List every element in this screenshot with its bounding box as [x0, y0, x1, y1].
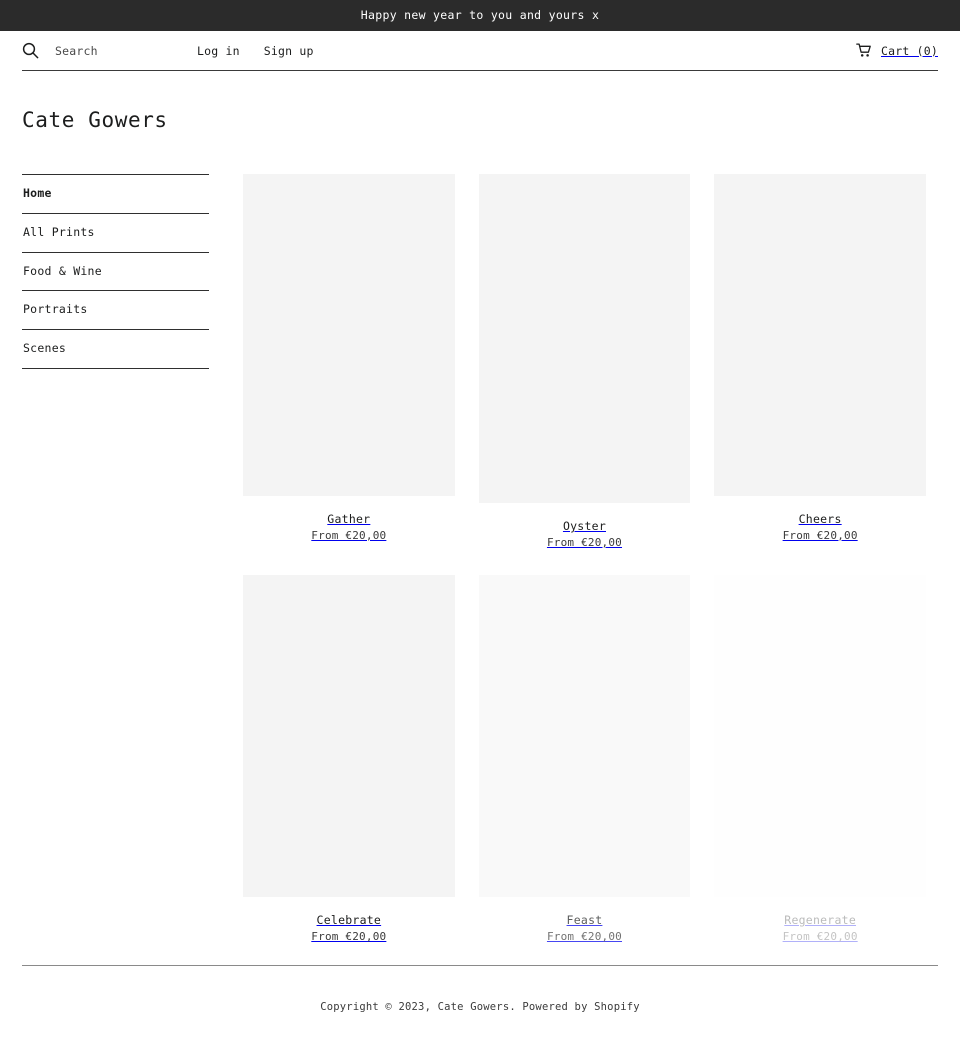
announcement-bar: Happy new year to you and yours x [0, 0, 960, 31]
header-left: Log in Sign up [22, 42, 314, 59]
product-price: From €20,00 [782, 930, 858, 944]
search-group[interactable] [22, 42, 175, 59]
product-image-placeholder [478, 575, 691, 898]
product-title: Cheers [798, 512, 842, 526]
product-image-placeholder [243, 174, 455, 496]
footer-inner: Copyright © 2023, Cate Gowers. Powered b… [22, 965, 938, 1038]
search-icon[interactable] [22, 42, 39, 59]
site-footer: Copyright © 2023, Cate Gowers. Powered b… [0, 965, 960, 1038]
signup-link[interactable]: Sign up [264, 44, 314, 58]
page-body: Home All Prints Food & Wine Portraits Sc… [0, 174, 960, 970]
product-image-placeholder [243, 575, 455, 898]
header-inner: Log in Sign up Cart (0) [22, 31, 938, 71]
announcement-text: Happy new year to you and yours x [360, 7, 600, 22]
product-title: Feast [566, 913, 603, 928]
product-price: From €20,00 [311, 930, 387, 944]
sidebar-nav: Home All Prints Food & Wine Portraits Sc… [22, 174, 209, 369]
product-price: From €20,00 [546, 535, 623, 549]
sidebar-item-scenes[interactable]: Scenes [22, 330, 209, 369]
product-grid: Gather From €20,00 Oyster From €20,00 Ch… [231, 174, 938, 970]
product-card[interactable]: Gather From €20,00 [231, 174, 467, 550]
product-card[interactable]: Regenerate From €20,00 [702, 575, 938, 944]
product-card[interactable]: Feast From €20,00 [467, 575, 703, 944]
product-title: Regenerate [784, 913, 857, 928]
product-title: Gather [327, 512, 371, 526]
sidebar-item-all-prints[interactable]: All Prints [22, 214, 209, 253]
shopping-cart-icon [856, 43, 872, 58]
product-image-placeholder [478, 174, 691, 503]
product-card[interactable]: Celebrate From €20,00 [231, 575, 467, 944]
sidebar-item-home[interactable]: Home [22, 175, 209, 214]
site-header: Log in Sign up Cart (0) [0, 31, 960, 71]
product-card[interactable]: Oyster From €20,00 [467, 174, 703, 550]
product-price: From €20,00 [782, 528, 858, 542]
cart-label: Cart (0) [881, 43, 938, 58]
product-image-placeholder [714, 174, 926, 496]
product-title: Celebrate [316, 913, 382, 928]
product-card[interactable]: Cheers From €20,00 [702, 174, 938, 550]
cart-link[interactable]: Cart (0) [856, 43, 938, 58]
product-price: From €20,00 [546, 930, 623, 944]
site-title[interactable]: Cate Gowers [0, 71, 960, 131]
login-link[interactable]: Log in [197, 44, 240, 58]
header-account-nav: Log in Sign up [197, 44, 314, 58]
product-title: Oyster [562, 519, 606, 533]
product-price: From €20,00 [311, 528, 387, 542]
search-input[interactable] [55, 43, 175, 58]
sidebar-item-food-and-wine[interactable]: Food & Wine [22, 253, 209, 292]
footer-copyright: Copyright © 2023, Cate Gowers. Powered b… [320, 1001, 640, 1013]
sidebar-item-portraits[interactable]: Portraits [22, 291, 209, 331]
product-image-placeholder [714, 575, 926, 898]
